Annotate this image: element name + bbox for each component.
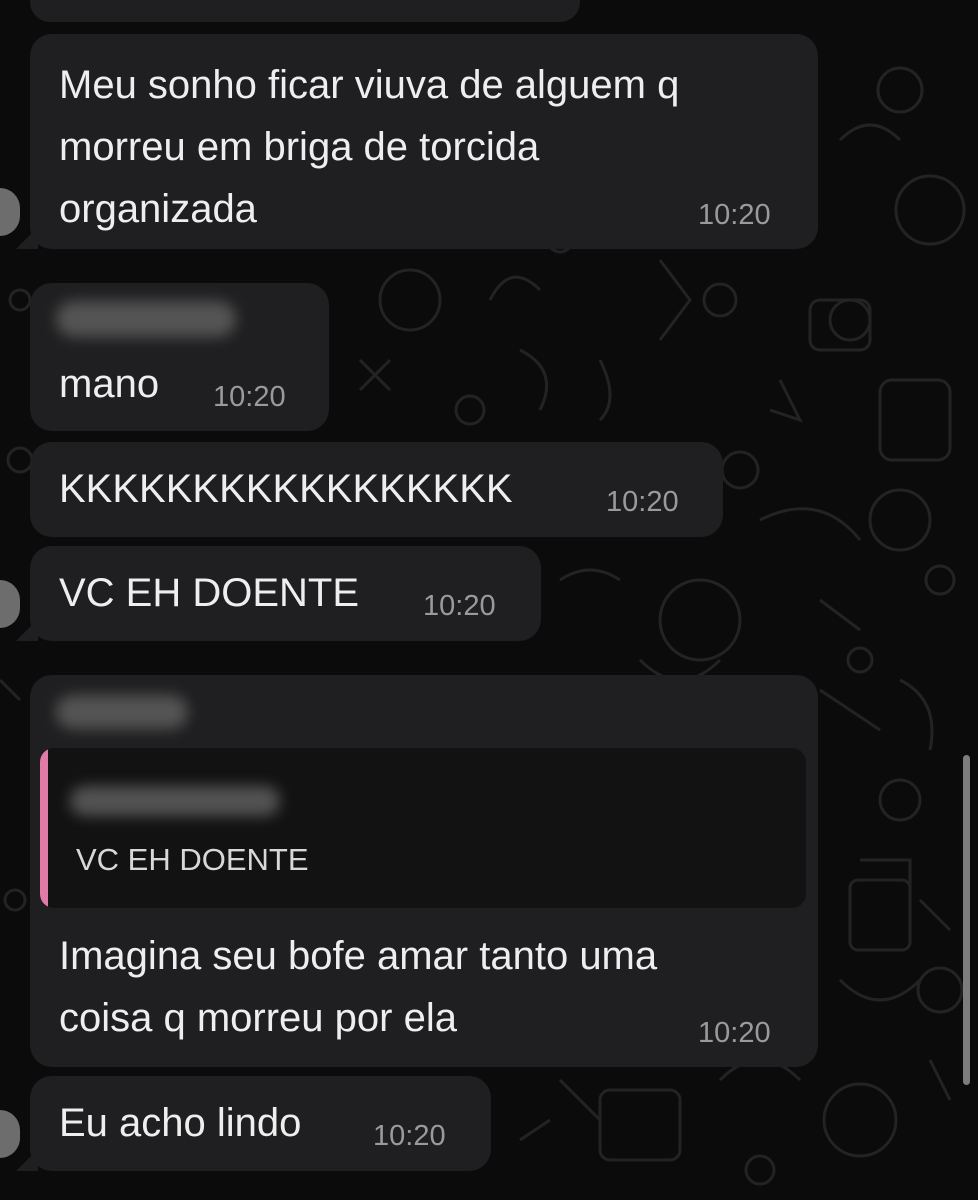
message-bubble[interactable]: VC EH DOENTE 10:20 — [16, 546, 541, 641]
message-time: 10:20 — [606, 486, 679, 518]
message-text-line: organizada — [59, 187, 257, 231]
quoted-sender-redacted — [70, 786, 280, 816]
message-time: 10:20 — [698, 1017, 771, 1049]
message-bubble[interactable]: Eu acho lindo 10:20 — [16, 1076, 491, 1171]
message-bubble[interactable]: Meu sonho ficar viuva de alguem q morreu… — [16, 34, 818, 249]
message-text: Eu acho lindo — [59, 1101, 302, 1145]
message-text: KKKKKKKKKKKKKKKKK — [59, 467, 513, 511]
message-time: 10:20 — [423, 590, 496, 622]
message-time: 10:20 — [213, 381, 286, 413]
message-text: mano — [59, 362, 160, 406]
scrollbar-thumb[interactable] — [963, 755, 970, 1085]
message-text-line: coisa q morreu por ela — [59, 996, 457, 1040]
message-text: VC EH DOENTE — [59, 571, 360, 615]
quoted-message[interactable]: VC EH DOENTE — [40, 748, 806, 908]
message-text-line: Meu sonho ficar viuva de alguem q — [59, 63, 680, 107]
previous-message-bubble[interactable] — [30, 0, 580, 22]
message-time: 10:20 — [373, 1120, 446, 1152]
quoted-text: VC EH DOENTE — [76, 842, 309, 877]
message-bubble[interactable]: VC EH DOENTE Imagina seu bofe amar tanto… — [30, 675, 818, 1067]
sender-name-redacted — [56, 695, 188, 729]
message-bubble[interactable]: KKKKKKKKKKKKKKKKK 10:20 — [30, 442, 723, 537]
message-text-line: Imagina seu bofe amar tanto uma — [59, 934, 658, 978]
message-bubble[interactable]: mano 10:20 — [30, 283, 329, 431]
message-time: 10:20 — [698, 199, 771, 231]
quote-accent-bar — [40, 748, 48, 908]
sender-name-redacted — [56, 301, 236, 337]
message-text-line: morreu em briga de torcida — [59, 125, 540, 169]
